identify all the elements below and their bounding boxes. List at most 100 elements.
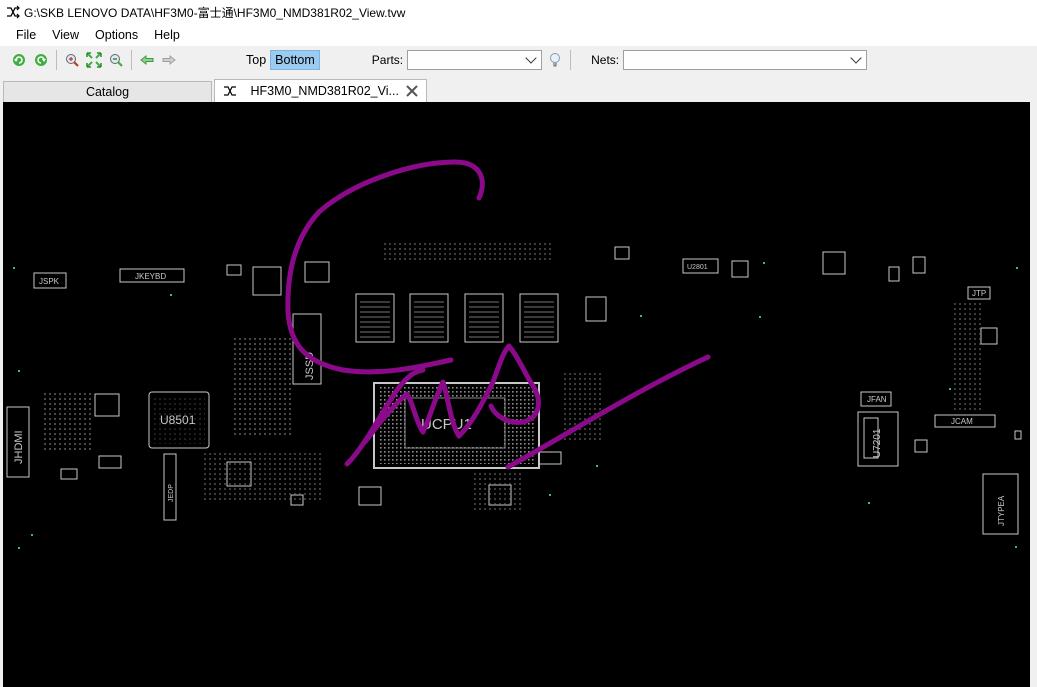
part-outline xyxy=(980,327,998,345)
ink-stroke xyxy=(285,159,485,375)
parts-combo[interactable] xyxy=(407,50,543,70)
part-outline xyxy=(304,261,330,283)
pad-cluster xyxy=(43,392,93,452)
small-chip-outline xyxy=(94,393,120,417)
test-point xyxy=(31,534,33,536)
test-point xyxy=(549,494,551,496)
zoom-out-button[interactable] xyxy=(105,49,127,71)
rotate-cw-icon xyxy=(35,54,47,66)
zoom-in-icon xyxy=(66,54,79,67)
menu-help[interactable]: Help xyxy=(146,24,188,46)
arrow-left-icon xyxy=(140,54,154,66)
test-point xyxy=(640,315,642,317)
rotate-ccw-icon xyxy=(13,54,25,66)
label-jcam: JCAM xyxy=(951,417,973,426)
tab-catalog[interactable]: Catalog xyxy=(3,81,212,102)
lightbulb-icon xyxy=(550,53,561,67)
pad-cluster xyxy=(473,472,523,512)
part-outline xyxy=(358,486,382,506)
memory-chip-hatch xyxy=(360,301,390,338)
part-outline xyxy=(1014,430,1022,440)
title-bar: G:\SKB LENOVO DATA\HF3M0-富士通\HF3M0_NMD38… xyxy=(0,0,1037,24)
test-point xyxy=(763,262,765,264)
memory-chip-3 xyxy=(464,293,504,343)
part-outline xyxy=(98,455,122,469)
test-point xyxy=(170,294,172,296)
menu-options[interactable]: Options xyxy=(87,24,146,46)
highlight-part-button[interactable] xyxy=(544,49,566,71)
label-u8501: U8501 xyxy=(160,413,196,427)
part-outline xyxy=(614,246,630,260)
toolbar-separator xyxy=(131,50,132,70)
zoom-out-icon xyxy=(110,54,123,67)
part-outline xyxy=(60,468,78,480)
memory-chip-hatch xyxy=(414,301,444,338)
label-jhdmi: JHDMI xyxy=(13,430,25,464)
label-jfan: JFAN xyxy=(867,395,887,404)
zoom-fit-button[interactable] xyxy=(83,49,105,71)
rotate-ccw-button[interactable] xyxy=(8,49,30,71)
nets-combo[interactable] xyxy=(623,50,868,70)
menu-file[interactable]: File xyxy=(8,24,44,46)
tab-catalog-label: Catalog xyxy=(85,85,130,99)
close-icon[interactable] xyxy=(406,85,418,97)
memory-chip-hatch xyxy=(469,301,499,338)
label-jedp: JEDP xyxy=(168,484,175,502)
test-point xyxy=(1015,546,1017,548)
memory-chip-4 xyxy=(519,293,559,343)
part-outline xyxy=(822,251,846,275)
part-outline xyxy=(538,451,562,465)
memory-chip-1 xyxy=(355,293,395,343)
test-point xyxy=(759,316,761,318)
label-u7201: U7201 xyxy=(872,428,883,458)
menu-view[interactable]: View xyxy=(44,24,87,46)
board-drawing: JSPK JKEYBD JFAN JCAM JTP U2801 U8501 UC… xyxy=(6,159,1022,549)
memory-chip-2 xyxy=(409,293,449,343)
chevron-down-icon xyxy=(850,52,862,64)
pad-cluster xyxy=(233,338,293,438)
part-outline xyxy=(252,266,282,296)
part-outline xyxy=(226,264,242,276)
u2801-side xyxy=(731,260,749,278)
test-point xyxy=(596,465,598,467)
part-outline xyxy=(585,296,607,322)
label-u2801: U2801 xyxy=(687,264,708,271)
pad-cluster xyxy=(953,302,983,412)
part-outline xyxy=(888,266,900,282)
label-jkeybd: JKEYBD xyxy=(135,272,166,281)
menu-bar: File View Options Help xyxy=(0,24,1037,46)
toolbar-separator xyxy=(570,50,572,70)
test-point xyxy=(13,267,15,269)
nets-label: Nets: xyxy=(591,53,620,67)
memory-chip-hatch xyxy=(524,301,554,338)
zoom-in-button[interactable] xyxy=(61,49,83,71)
board-canvas[interactable]: JSPK JKEYBD JFAN JCAM JTP U2801 U8501 UC… xyxy=(3,102,1030,687)
tab-board-view-label: HF3M0_NMD381R02_Vi... xyxy=(250,84,399,98)
toolbar-separator xyxy=(56,50,57,70)
part-outline xyxy=(914,439,928,453)
app-crossover-icon xyxy=(7,5,20,19)
forward-button[interactable] xyxy=(158,49,180,71)
chevron-down-icon xyxy=(525,52,537,64)
test-point xyxy=(18,547,20,549)
back-button[interactable] xyxy=(136,49,158,71)
tab-board-view[interactable]: HF3M0_NMD381R02_Vi... xyxy=(214,79,427,102)
test-point xyxy=(949,388,951,390)
toolbar: Top Bottom Parts: Nets: xyxy=(0,46,1037,74)
label-jtypea: JTYPEA xyxy=(997,495,1006,526)
test-point xyxy=(18,370,20,372)
pad-cluster xyxy=(203,452,323,502)
bottom-side-toggle[interactable]: Bottom xyxy=(270,50,320,70)
test-point xyxy=(868,502,870,504)
window-title: G:\SKB LENOVO DATA\HF3M0-富士通\HF3M0_NMD38… xyxy=(24,5,406,20)
parts-label: Parts: xyxy=(371,53,404,67)
top-side-toggle[interactable]: Top xyxy=(242,50,270,70)
test-point xyxy=(1016,267,1018,269)
rotate-cw-button[interactable] xyxy=(30,49,52,71)
label-jspk: JSPK xyxy=(39,277,60,286)
pad-cluster xyxy=(383,242,553,262)
part-outline xyxy=(912,256,926,274)
zoom-fit-icon xyxy=(86,52,102,68)
crossover-icon xyxy=(224,86,236,96)
document-tabs: Catalog HF3M0_NMD381R02_Vi... xyxy=(0,78,1037,102)
